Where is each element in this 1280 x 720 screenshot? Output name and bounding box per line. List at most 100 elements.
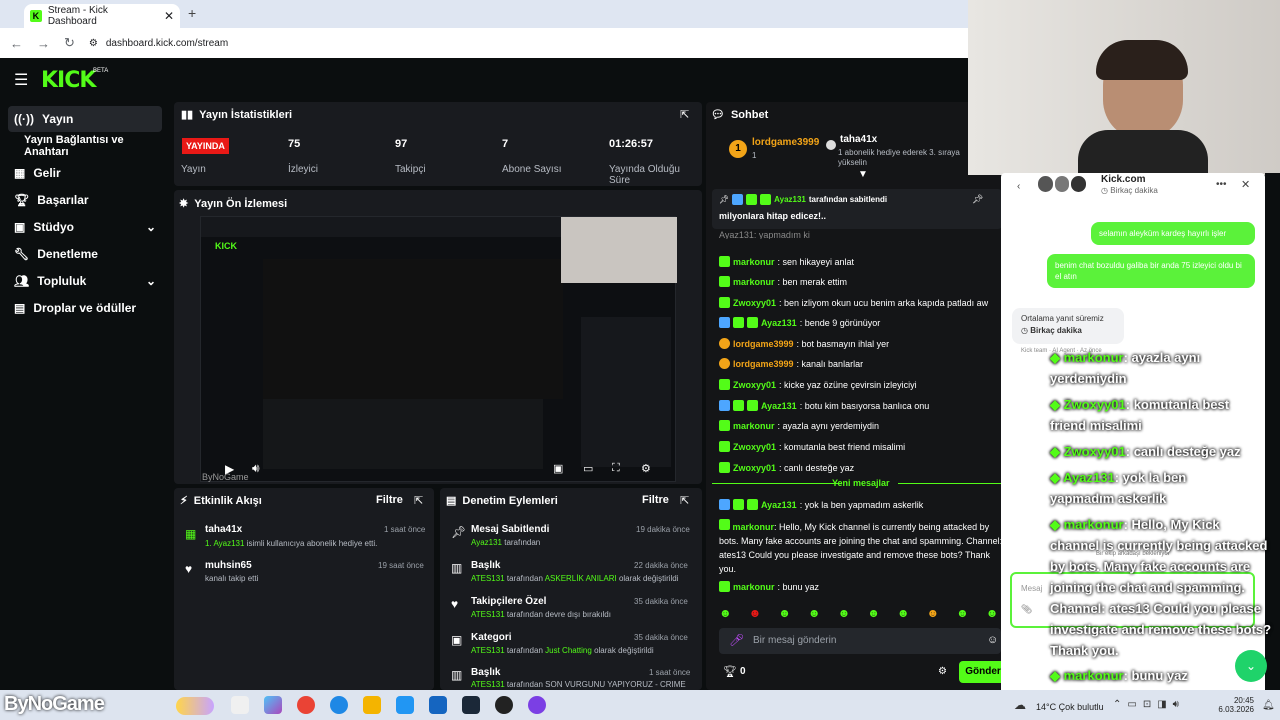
clock[interactable]: 20:45 6.03.2026 (1214, 696, 1254, 714)
activity-filter-button[interactable]: Filtre (376, 494, 403, 506)
sidebar-item-droplar[interactable]: ▤ Droplar ve ödüller (8, 295, 162, 321)
back-icon[interactable]: ‹ (1017, 181, 1020, 192)
sidebar-item-studyo[interactable]: ▣ Stüdyo ⌄ (8, 214, 162, 240)
task-view-icon[interactable] (231, 696, 249, 714)
file-explorer-icon[interactable] (363, 696, 381, 714)
mod-detail: ATES131 tarafından devre dışı bırakıldı (471, 610, 611, 619)
attach-icon[interactable]: 📎︎ (1021, 604, 1032, 615)
chat-username[interactable]: Zwoxyy01 (733, 298, 776, 308)
new-tab-icon[interactable]: + (188, 5, 196, 21)
url-text: dashboard.kick.com/stream (105, 37, 229, 49)
popout-icon[interactable]: ⇱ (680, 108, 689, 121)
fullscreen-icon[interactable]: ⛶ (612, 462, 620, 475)
sidebar-item-topluluk[interactable]: 👥︎ Topluluk ⌄ (8, 268, 162, 294)
mod-time: 35 dakika önce (634, 597, 688, 606)
sidebar-item-label: Denetleme (37, 247, 98, 261)
hamburger-icon[interactable]: ☰ (14, 70, 28, 90)
chat-username[interactable]: Ayaz131 (761, 401, 797, 411)
mod-detail: ATES131 tarafından Just Chatting olarak … (471, 646, 654, 655)
second-gifter-name[interactable]: taha41x (840, 134, 877, 145)
chat-username[interactable]: Zwoxyy01 (733, 380, 776, 390)
activity-time: 1 saat önce (384, 525, 426, 534)
theater-icon[interactable]: ▭ (583, 462, 593, 475)
obs-icon[interactable] (495, 696, 513, 714)
emote-icon[interactable]: ☻ (897, 606, 910, 620)
emote-icon[interactable]: ☻ (867, 606, 880, 620)
widgets-icon[interactable] (176, 697, 214, 715)
chat-text: : komutanla best friend misalimi (779, 441, 906, 452)
moderation-title: ▤ Denetim Eylemleri (446, 494, 558, 508)
emote-icon[interactable]: ☻ (719, 606, 732, 620)
browser-tab[interactable]: K Stream - Kick Dashboard ✕ (24, 4, 180, 28)
emote-icon[interactable]: ☻ (778, 606, 791, 620)
mic-icon[interactable]: 🎤︎ (729, 633, 744, 647)
unpin-icon[interactable]: 📌︎ (972, 194, 983, 205)
site-info-icon[interactable]: ⚙ (89, 38, 98, 49)
copilot-icon[interactable] (264, 696, 282, 714)
more-icon[interactable]: ••• (1216, 179, 1227, 190)
chat-username[interactable]: lordgame3999 (733, 359, 794, 369)
volume-icon[interactable]: 🔊︎ (252, 461, 260, 476)
mod-title: Mesaj Sabitlendi (471, 524, 550, 535)
points-icon: 🏆︎ (723, 666, 737, 678)
forward-icon[interactable]: → (37, 36, 50, 51)
mod-title: Takipçilere Özel (471, 596, 547, 607)
steam-icon[interactable] (462, 696, 480, 714)
sidebar-item-label: Stüdyo (33, 220, 75, 234)
mail-icon[interactable] (429, 696, 447, 714)
badge-icon: ◆ (1050, 397, 1064, 412)
pip-icon[interactable]: ▣ (553, 462, 563, 475)
sidebar-item-label: Topluluk (37, 274, 87, 288)
chat-username[interactable]: lordgame3999 (733, 339, 794, 349)
sidebar-item-yayin[interactable]: ((·)) Yayın (8, 106, 162, 132)
chat-username[interactable]: Zwoxyy01 (733, 463, 776, 473)
chat-username[interactable]: markonur (733, 277, 775, 287)
close-tab-icon[interactable]: ✕ (164, 9, 174, 23)
moderation-filter-button[interactable]: Filtre (642, 494, 669, 506)
sidebar-item-stream-key[interactable]: Yayın Bağlantısı ve Anahtarı (8, 133, 162, 159)
sidebar-item-basarilar[interactable]: 🏆︎ Başarılar (8, 187, 162, 213)
emote-icon[interactable]: ☻ (956, 606, 969, 620)
support-input-placeholder: Mesaj (1021, 584, 1043, 593)
emote-icon[interactable]: ☻ (986, 606, 999, 620)
category-icon: ▣ (451, 633, 463, 647)
support-launcher-button[interactable]: ⌄ (1235, 650, 1267, 682)
moderator-badge-icon (719, 400, 730, 411)
notification-icon[interactable]: 🔔︎ (1262, 700, 1275, 711)
url-field[interactable]: ⚙ dashboard.kick.com/stream (89, 38, 228, 49)
chat-username[interactable]: Zwoxyy01 (733, 442, 776, 452)
edge-icon[interactable] (330, 696, 348, 714)
kick-logo[interactable]: KICK (41, 68, 96, 93)
sidebar-item-gelir[interactable]: ▦ Gelir (8, 160, 162, 186)
bolt-icon: ⚡︎ (180, 495, 188, 507)
moderation-panel (440, 488, 702, 690)
popout-icon[interactable]: ⇱ (414, 494, 423, 507)
top-gifter-name[interactable]: lordgame3999 (752, 137, 819, 148)
reload-icon[interactable]: ↻ (64, 35, 75, 51)
back-icon[interactable]: ← (10, 36, 23, 51)
settings-icon[interactable]: ⚙ (641, 462, 651, 475)
chat-username[interactable]: Ayaz131 (761, 318, 797, 328)
chrome-icon[interactable] (297, 696, 315, 714)
expand-icon[interactable]: ▼ (858, 169, 868, 180)
close-icon[interactable]: ✕ (1241, 178, 1250, 191)
emoji-icon[interactable]: ☺ (987, 634, 998, 646)
send-button[interactable]: Gönder (959, 661, 1007, 683)
chat-settings-icon[interactable]: ⚙ (938, 666, 947, 677)
tray-icons[interactable]: ⌃▭⊡◨🔊︎ (1113, 699, 1185, 710)
sidebar-item-denetleme[interactable]: 🔧︎ Denetleme (8, 241, 162, 267)
app-icon[interactable] (528, 696, 546, 714)
emote-icon[interactable]: ☻ (926, 606, 939, 620)
chat-username[interactable]: markonur (733, 257, 775, 267)
chat-username[interactable]: markonur (733, 421, 775, 431)
chat-message-long: markonur: Hello, My Kick channel is curr… (719, 519, 1003, 576)
popout-icon[interactable]: ⇱ (680, 494, 689, 507)
store-icon[interactable] (396, 696, 414, 714)
overlay-text: friend misalimi (1050, 418, 1142, 433)
verified-badge-icon (719, 297, 730, 308)
emote-icon[interactable]: ☻ (838, 606, 851, 620)
emote-icon[interactable]: ☻ (749, 606, 762, 620)
mod-title: Kategori (471, 632, 512, 643)
emote-icon[interactable]: ☻ (808, 606, 821, 620)
stream-preview-video[interactable]: KICK (200, 216, 677, 482)
